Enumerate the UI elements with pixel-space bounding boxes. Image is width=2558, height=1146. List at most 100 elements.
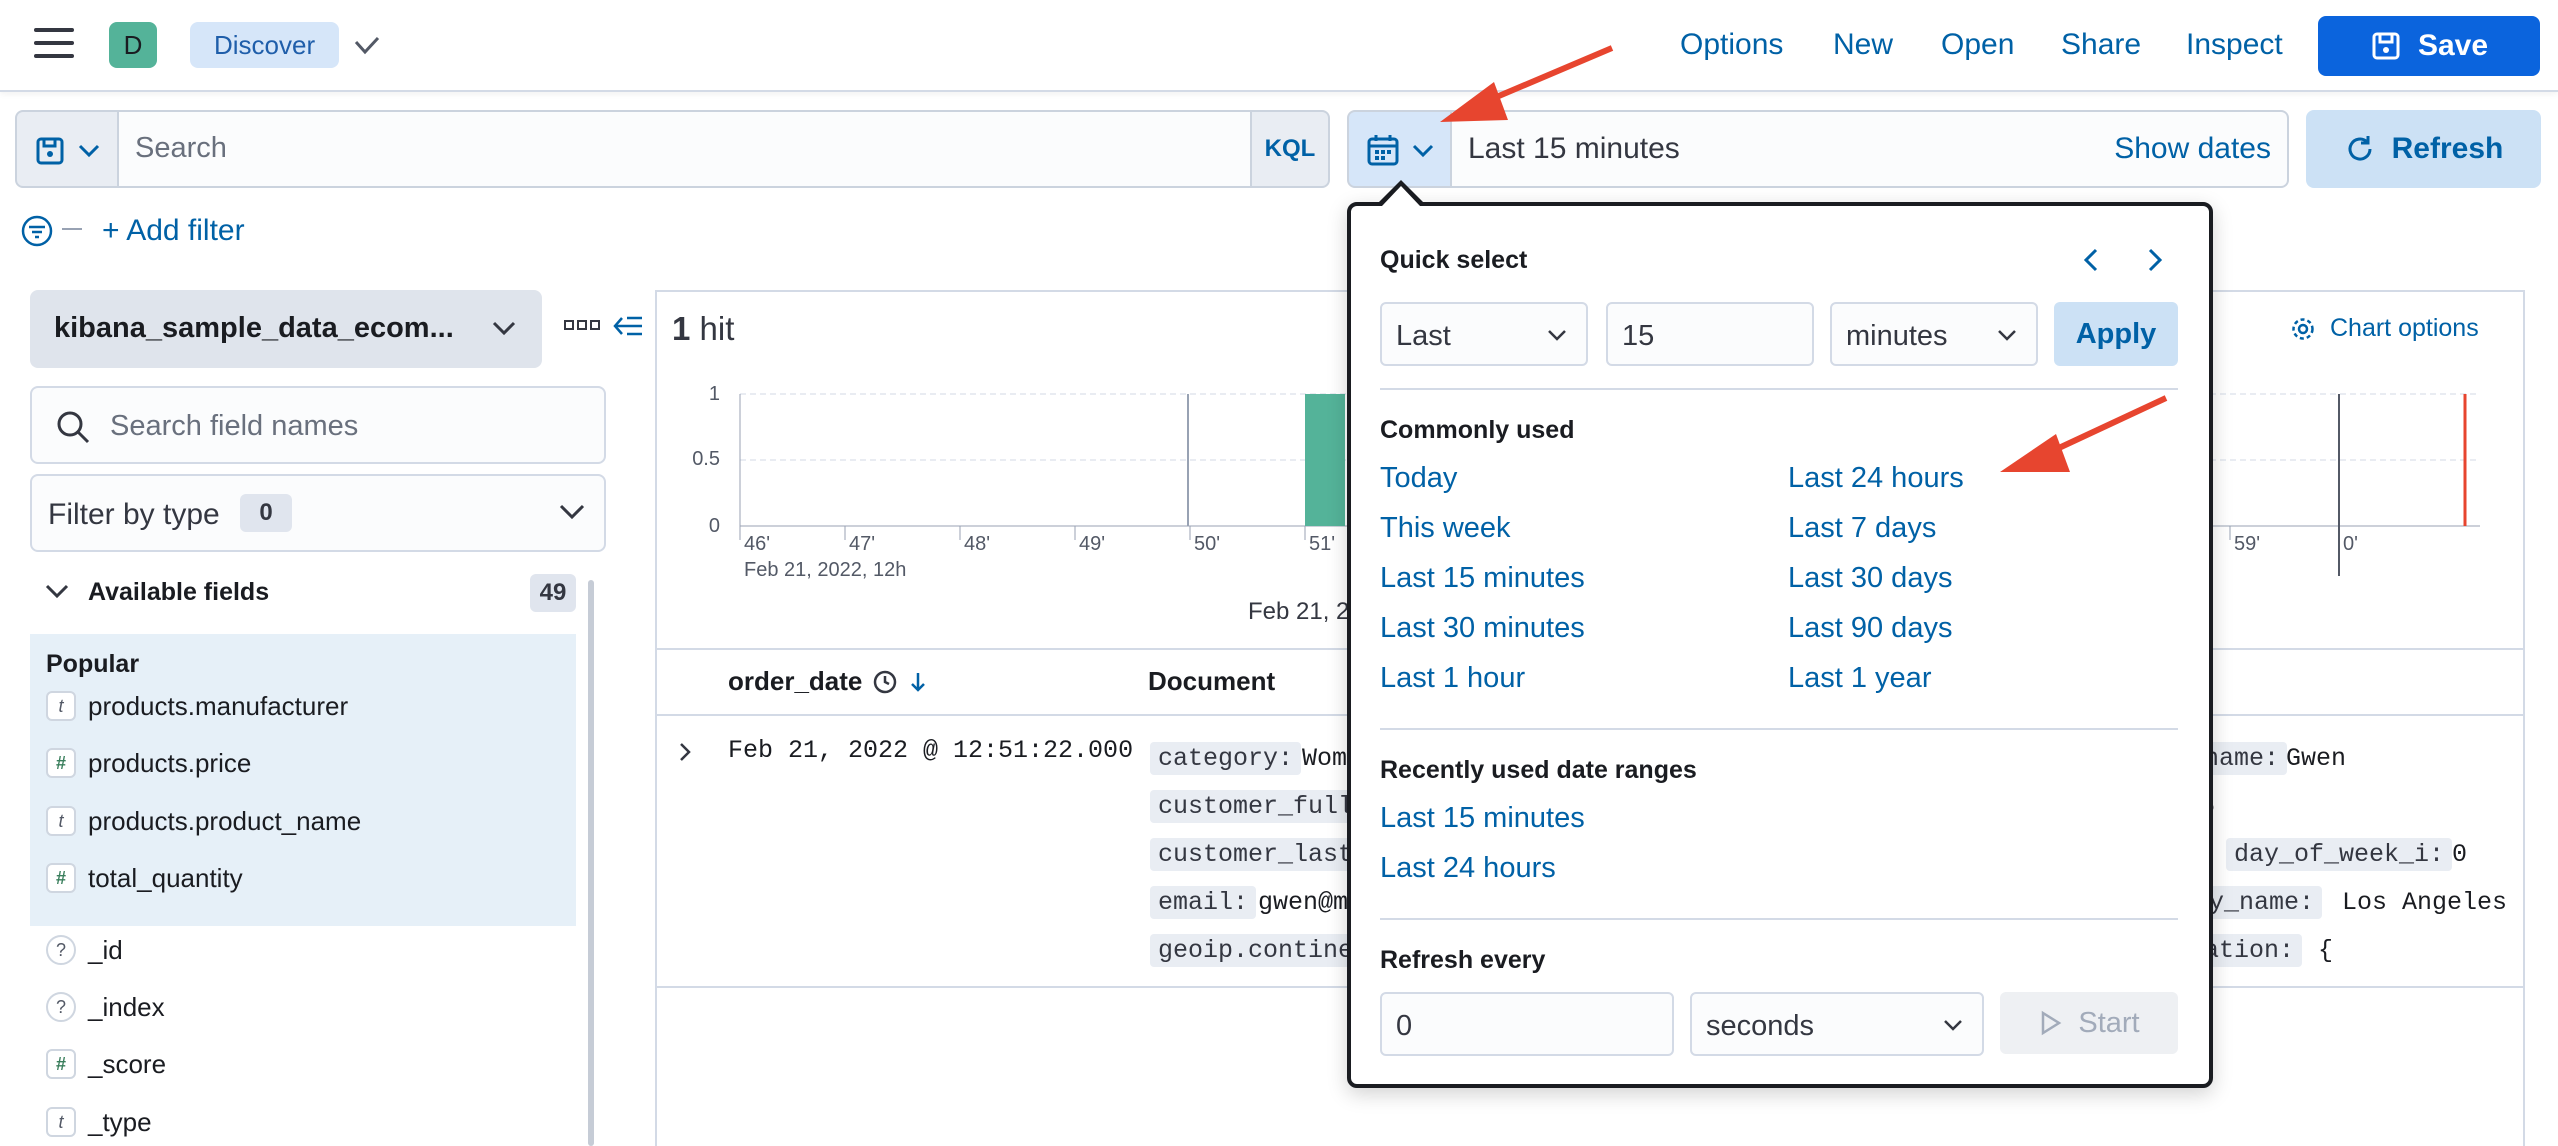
date-range-value: Last 15 minutes: [1468, 132, 1680, 165]
hits-count: 1 hit: [672, 310, 734, 348]
field-item[interactable]: ? _id: [46, 930, 123, 970]
top-header: D Discover Options New Open Share Inspec…: [0, 0, 2558, 92]
field-item[interactable]: # _score: [46, 1044, 166, 1084]
refresh-button[interactable]: Refresh: [2306, 110, 2541, 188]
quick-link-last-1-year[interactable]: Last 1 year: [1788, 662, 1931, 695]
refresh-interval-input[interactable]: 0: [1380, 992, 1674, 1056]
quick-link-last-30-days[interactable]: Last 30 days: [1788, 562, 1952, 595]
commonly-used-heading: Commonly used: [1380, 416, 1575, 444]
apply-button[interactable]: Apply: [2054, 302, 2178, 366]
quick-link-today[interactable]: Today: [1380, 462, 1457, 495]
quick-select-unit[interactable]: minutes: [1830, 302, 2038, 366]
more-options-icon[interactable]: [564, 318, 600, 332]
calendar-icon: [1367, 135, 1399, 166]
available-fields-count: 49: [530, 574, 576, 612]
doc-field-key: day_of_week_i:: [2226, 838, 2453, 871]
menu-icon[interactable]: [34, 28, 74, 62]
field-name: products.price: [88, 747, 252, 778]
quick-link-last-1-hour[interactable]: Last 1 hour: [1380, 662, 1525, 695]
field-item[interactable]: t products.product_name: [46, 801, 361, 841]
collapse-sidebar-icon[interactable]: [612, 312, 644, 340]
nav-open[interactable]: Open: [1941, 24, 2014, 66]
recent-range-link[interactable]: Last 24 hours: [1380, 852, 1556, 885]
index-pattern-selector[interactable]: kibana_sample_data_ecom...: [30, 290, 542, 368]
other-fields-list: ? _id ? _index # _score t _type: [30, 930, 576, 1146]
quick-select-tense[interactable]: Last: [1380, 302, 1588, 366]
field-item[interactable]: ? _index: [46, 987, 165, 1027]
filter-by-type-button[interactable]: Filter by type 0: [30, 474, 606, 552]
start-label: Start: [2078, 1006, 2140, 1039]
chart-options-button[interactable]: Chart options: [2290, 314, 2479, 343]
expand-row-icon[interactable]: [676, 740, 694, 764]
y-tick-label: 0.5: [692, 448, 720, 470]
next-icon[interactable]: [2144, 246, 2166, 274]
x-tick-label: 47': [849, 533, 875, 555]
recent-ranges-heading: Recently used date ranges: [1380, 756, 1697, 784]
field-search-placeholder: Search field names: [110, 410, 359, 442]
field-item[interactable]: t products.manufacturer: [46, 686, 348, 726]
field-item[interactable]: t _type: [46, 1102, 152, 1142]
chevron-down-icon: [1412, 144, 1434, 158]
quick-link-last-7-days[interactable]: Last 7 days: [1788, 512, 1936, 545]
doc-field-value: Los Angeles: [2342, 888, 2508, 917]
chevron-down-icon: [1998, 330, 2016, 341]
search-input[interactable]: Search: [119, 110, 1250, 188]
sort-desc-icon[interactable]: [908, 670, 928, 694]
add-filter-button[interactable]: + Add filter: [102, 214, 245, 248]
space-avatar[interactable]: D: [109, 22, 157, 68]
column-order-date[interactable]: order_date: [728, 666, 928, 697]
refresh-unit-select[interactable]: seconds: [1690, 992, 1984, 1056]
quick-link-last-30-minutes[interactable]: Last 30 minutes: [1380, 612, 1585, 645]
row-order-date: Feb 21, 2022 @ 12:51:22.000: [728, 736, 1134, 765]
available-fields-label: Available fields: [88, 578, 270, 606]
doc-field-value: Gwen: [2286, 744, 2347, 773]
filter-options-icon[interactable]: [20, 214, 54, 248]
quick-link-last-15-minutes[interactable]: Last 15 minutes: [1380, 562, 1585, 595]
doc-field-value: {: [2318, 936, 2334, 965]
filter-by-type-count: 0: [240, 494, 292, 532]
popover-divider: [1380, 728, 2178, 730]
available-fields-toggle[interactable]: Available fields 49: [30, 572, 576, 616]
quick-link-this-week[interactable]: This week: [1380, 512, 1511, 545]
field-type-icon: #: [46, 1049, 76, 1079]
show-dates-link[interactable]: Show dates: [2114, 132, 2271, 166]
quick-link-last-90-days[interactable]: Last 90 days: [1788, 612, 1952, 645]
kql-toggle[interactable]: KQL: [1250, 110, 1330, 188]
save-button[interactable]: Save: [2318, 16, 2540, 76]
field-type-icon: t: [46, 806, 76, 836]
date-quick-menu-button[interactable]: [1347, 110, 1452, 188]
field-item[interactable]: # total_quantity: [46, 858, 243, 898]
field-name: products.product_name: [88, 805, 362, 836]
popover-divider: [1380, 918, 2178, 920]
field-item[interactable]: # products.price: [46, 743, 251, 783]
doc-field-value: gwen@m: [1258, 888, 1349, 917]
field-search-input[interactable]: Search field names: [30, 386, 606, 464]
chart-options-label: Chart options: [2330, 314, 2479, 342]
popover-divider: [1380, 388, 2178, 390]
histogram-footer: Feb 21, 2: [1248, 598, 1350, 625]
x-ticks-left: 46' 47' 48' 49' 50' 51': [739, 526, 1335, 555]
recent-range-link[interactable]: Last 15 minutes: [1380, 802, 1585, 835]
nav-inspect[interactable]: Inspect: [2186, 24, 2283, 66]
quick-link-last-24-hours[interactable]: Last 24 hours: [1788, 462, 1964, 495]
nav-new[interactable]: New: [1833, 24, 1893, 66]
nav-share[interactable]: Share: [2061, 24, 2141, 66]
date-range-field[interactable]: Last 15 minutes Show dates: [1452, 110, 2289, 188]
field-name: _score: [88, 1048, 167, 1079]
saved-query-button[interactable]: [15, 110, 119, 188]
field-name: _index: [88, 991, 165, 1022]
refresh-label: Refresh: [2391, 132, 2504, 165]
previous-icon[interactable]: [2080, 246, 2102, 274]
breadcrumb[interactable]: Discover: [190, 22, 340, 68]
start-refresh-button[interactable]: Start: [2000, 992, 2178, 1054]
field-type-icon: t: [46, 1107, 76, 1137]
nav-options[interactable]: Options: [1680, 24, 1783, 66]
field-type-icon: #: [46, 748, 76, 778]
field-name: total_quantity: [88, 862, 243, 893]
doc-field-key: category:: [1150, 742, 1302, 775]
x-tick-label: 51': [1309, 533, 1335, 555]
quick-select-value-input[interactable]: 15: [1606, 302, 1814, 366]
sidebar-scrollbar[interactable]: [588, 580, 594, 1146]
chevron-down-icon: [492, 321, 516, 336]
quick-select-unit-value: minutes: [1846, 320, 1948, 352]
